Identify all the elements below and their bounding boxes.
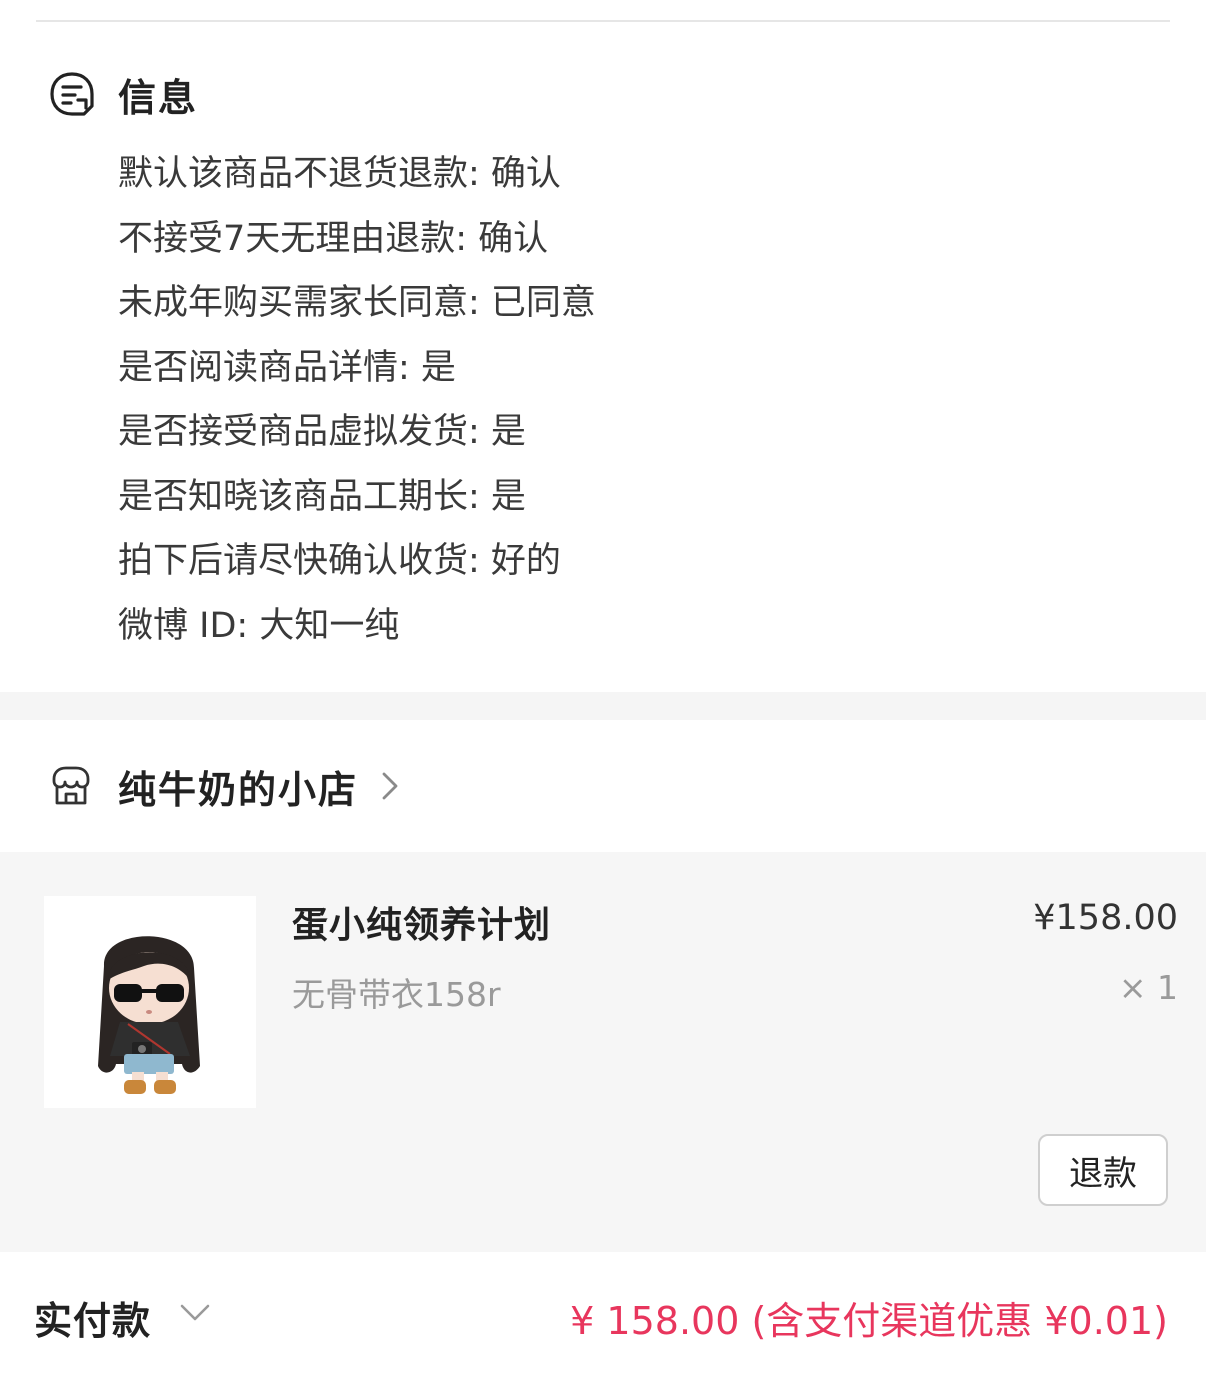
- info-line: 不接受7天无理由退款: 确认: [118, 218, 549, 259]
- shop-name: 纯牛奶的小店: [118, 767, 359, 812]
- product-thumbnail[interactable]: [44, 896, 256, 1108]
- chibi-doll-image: [98, 936, 200, 1094]
- section-separator: [0, 692, 1206, 720]
- payment-summary: 实付款 ¥ 158.00 (含支付渠道优惠 ¥0.01): [0, 1252, 1206, 1374]
- info-line: 拍下后请尽快确认收货: 好的: [118, 541, 561, 581]
- info-list: 默认该商品不退货退款: 确认 不接受7天无理由退款: 确认 未成年购买需家长同意…: [118, 142, 596, 658]
- chevron-right-icon: [382, 772, 398, 800]
- refund-button[interactable]: 退款: [1038, 1134, 1168, 1206]
- info-line: 默认该商品不退货退款: 确认: [118, 154, 561, 194]
- info-line: 是否接受商品虚拟发货: 是: [118, 412, 526, 452]
- info-line: 是否知晓该商品工期长: 是: [118, 476, 526, 517]
- item-quantity: × 1: [1118, 968, 1178, 1007]
- item-title[interactable]: 蛋小纯领养计划: [292, 896, 551, 948]
- paid-label: 实付款: [34, 1299, 152, 1343]
- item-spec: 无骨带衣158r: [292, 975, 501, 1014]
- chevron-down-icon[interactable]: [178, 1300, 212, 1326]
- info-line: 未成年购买需家长同意: 已同意: [118, 283, 596, 323]
- top-divider: [36, 20, 1170, 22]
- info-line: 微博 ID: 大知一纯: [118, 605, 400, 646]
- info-line: 是否阅读商品详情: 是: [118, 347, 456, 388]
- order-item: 蛋小纯领养计划 无骨带衣158r ¥158.00 × 1 退款: [0, 852, 1206, 1252]
- info-header: 信息: [48, 64, 198, 124]
- storefront-icon: [52, 766, 90, 805]
- paid-amount: ¥ 158.00 (含支付渠道优惠 ¥0.01): [570, 1299, 1168, 1343]
- shop-link[interactable]: 纯牛奶的小店: [48, 752, 404, 820]
- info-title: 信息: [118, 75, 199, 120]
- item-price: ¥158.00: [1033, 898, 1178, 938]
- message-note-icon: [50, 72, 94, 116]
